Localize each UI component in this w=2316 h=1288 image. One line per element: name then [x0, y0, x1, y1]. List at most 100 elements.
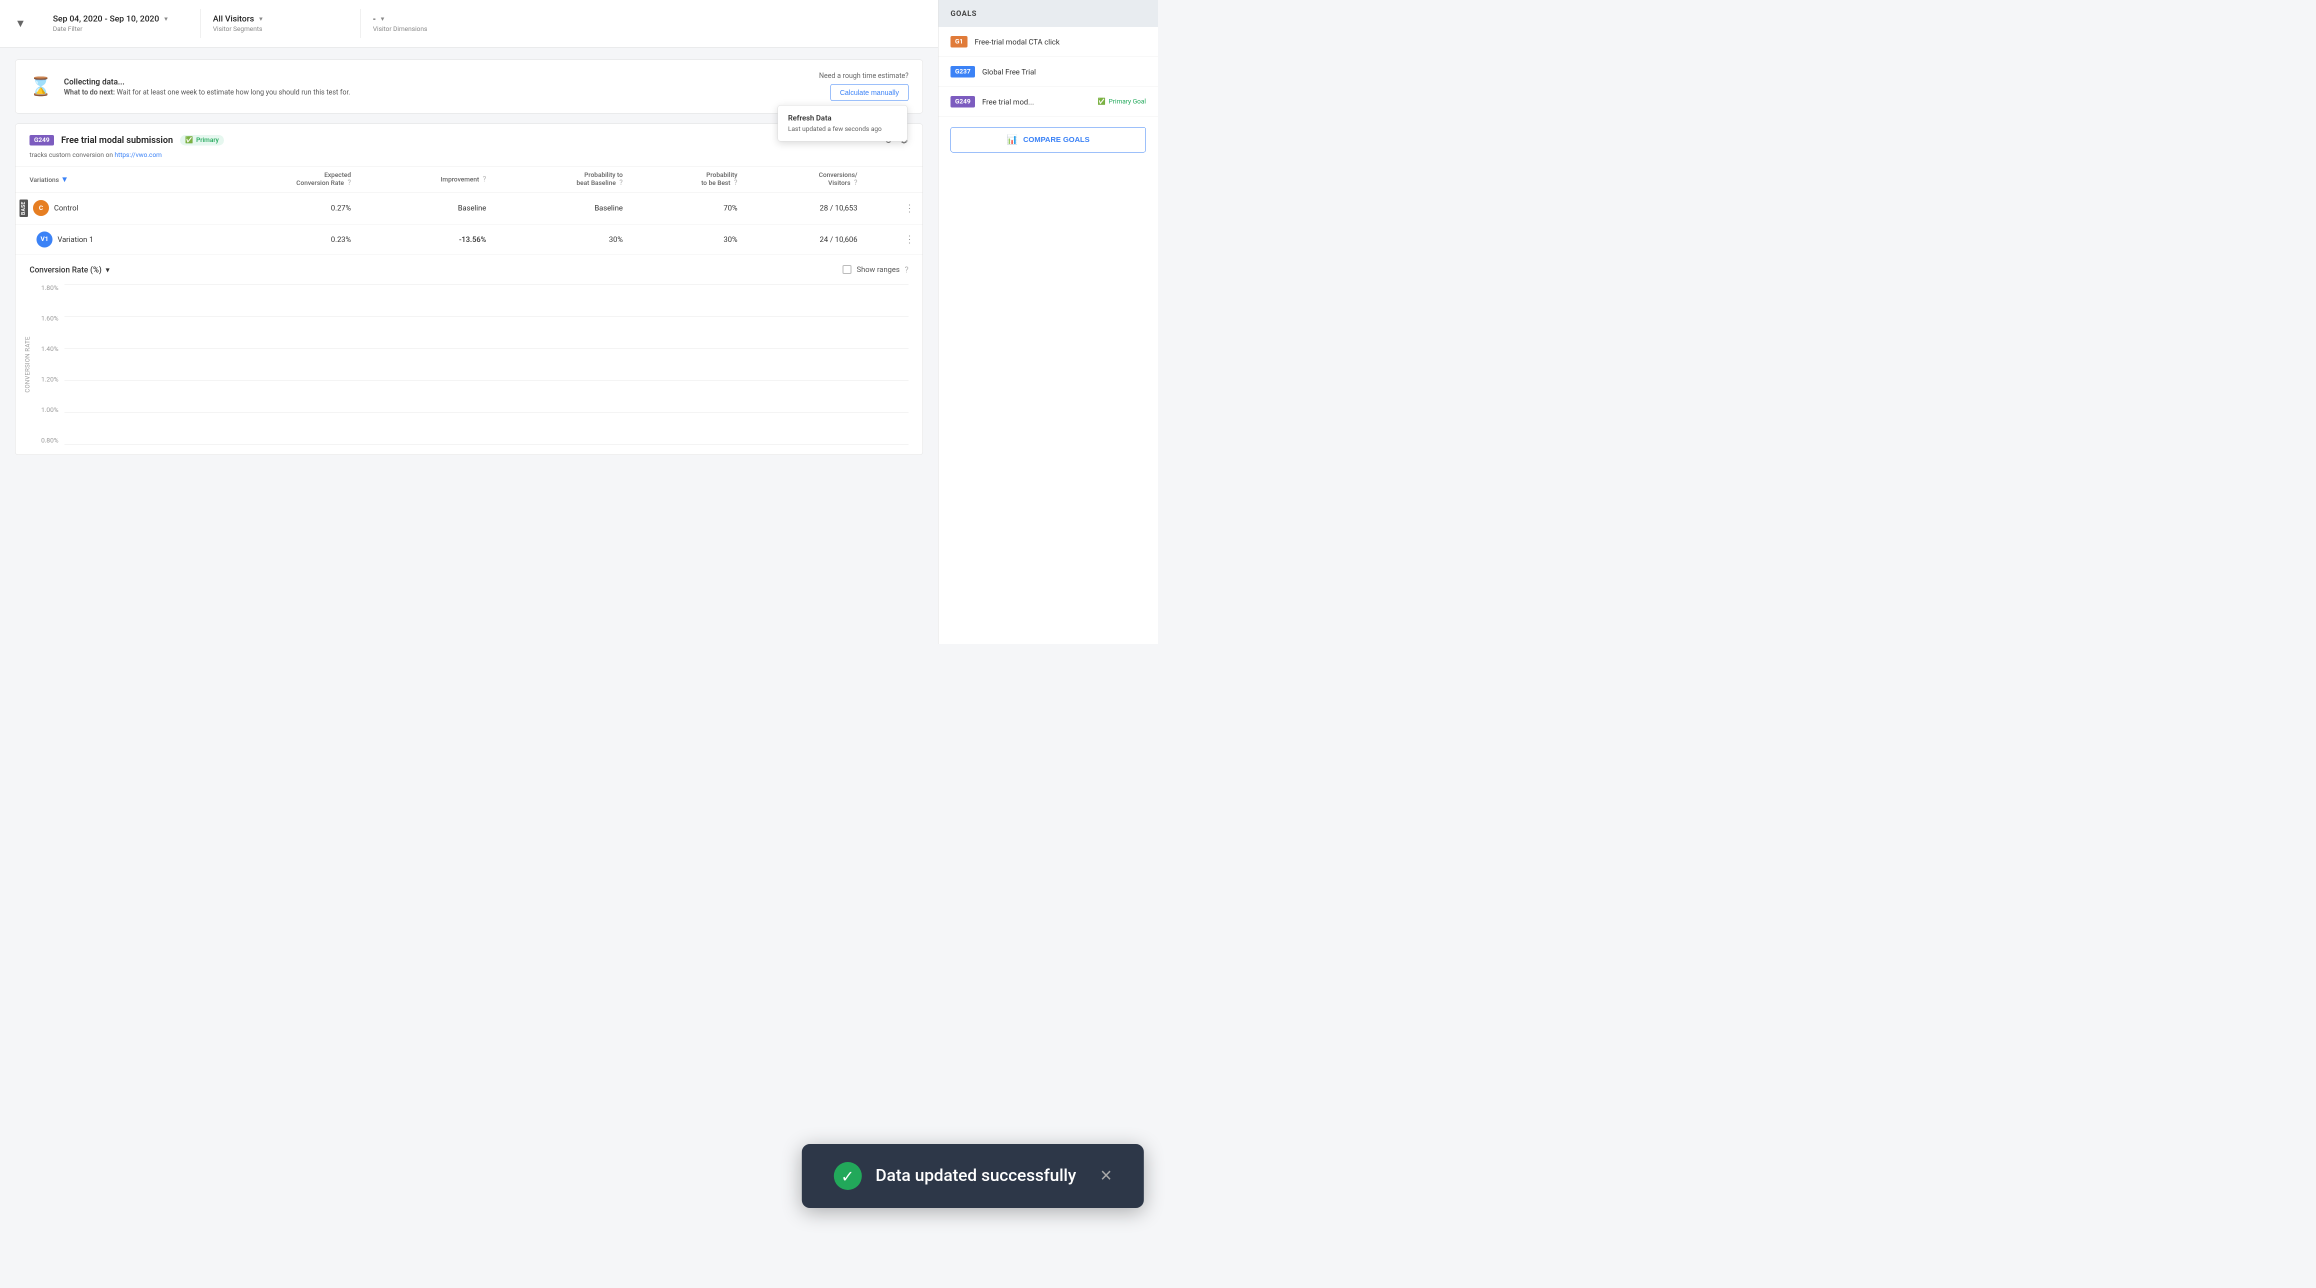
th-expected-cr: ExpectedConversion Rate ?: [204, 166, 359, 192]
chart-grid: [65, 284, 909, 444]
th-improvement: Improvement ?: [359, 166, 494, 192]
primary-label: Primary: [196, 137, 219, 145]
prob-best-cell: 30%: [631, 224, 746, 255]
dropdown-chevron-icon: ▾: [106, 265, 110, 275]
show-ranges-control: Show ranges ?: [843, 265, 909, 275]
conversion-rate-label: Conversion Rate (%): [30, 265, 102, 275]
toast-close-button[interactable]: ×: [1100, 1165, 1112, 1188]
check-icon: ✅: [1098, 98, 1106, 106]
collecting-body-text: Wait for at least one week to estimate h…: [117, 88, 351, 96]
date-chevron-icon: ▾: [164, 15, 168, 23]
toast-notification: ✓ Data updated successfully ×: [802, 1144, 1144, 1208]
filter-icon: ▼: [15, 17, 26, 30]
compare-goals-button[interactable]: 📊 COMPARE GOALS: [951, 127, 1147, 153]
primary-badge: ✅ Primary: [180, 135, 224, 146]
variation-circle: V1: [37, 231, 53, 247]
prob-beat-cell: 30%: [494, 224, 631, 255]
chart-section: Conversion Rate (%) ▾ Show ranges ? CONV…: [16, 255, 923, 445]
sidebar: GOALS G1 Free-trial modal CTA click G237…: [938, 0, 1158, 644]
segment-filter-label: Visitor Segments: [213, 26, 349, 34]
dimension-value: -: [373, 14, 376, 24]
goal-title: Free trial modal submission: [61, 135, 173, 146]
y-axis-label: 1.20%: [41, 376, 58, 384]
variation-circle: C: [33, 200, 49, 216]
dimension-chevron-icon: ▾: [381, 15, 385, 23]
date-filter-label: Date Filter: [53, 26, 189, 34]
goal-tracks: tracks custom conversion on https://vwo.…: [16, 152, 923, 167]
goal-tracks-link[interactable]: https://vwo.com: [115, 152, 162, 160]
chart-area: CONVERSION RATE 1.80%1.60%1.40%1.20%1.00…: [30, 284, 909, 444]
sidebar-goal-item[interactable]: G1 Free-trial modal CTA click: [939, 27, 1159, 57]
variation-name: Control: [54, 204, 78, 213]
sidebar-goals-list: G1 Free-trial modal CTA click G237 Globa…: [939, 27, 1159, 117]
goal-item-name: Free trial mod...: [982, 97, 1090, 106]
table-row: BASE C Control 0.27% Baseline Baseline 7…: [16, 192, 923, 224]
grid-line: [65, 348, 909, 349]
collecting-banner: ⌛ Collecting data... What to do next: Wa…: [15, 60, 923, 114]
collecting-body: What to do next: Wait for at least one w…: [64, 88, 350, 96]
segment-chevron-icon: ▾: [259, 15, 263, 23]
y-axis-label: 1.60%: [41, 315, 58, 323]
grid-line: [65, 316, 909, 317]
table-row: V1 Variation 1 0.23% -13.56% 30% 30% 24 …: [16, 224, 923, 255]
calculate-manually-button[interactable]: Calculate manually: [830, 84, 908, 101]
goal-section: G249 Free trial modal submission ✅ Prima…: [15, 124, 923, 455]
expected-cr-cell: 0.23%: [204, 224, 359, 255]
rough-estimate-text: Need a rough time estimate?: [819, 72, 908, 80]
show-ranges-help-icon[interactable]: ?: [905, 265, 909, 275]
compare-goals-label: COMPARE GOALS: [1023, 136, 1090, 145]
goal-item-name: Free-trial modal CTA click: [975, 37, 1146, 46]
toast-message: Data updated successfully: [876, 1166, 1077, 1186]
refresh-title: Refresh Data: [788, 114, 897, 123]
improvement-cell: Baseline: [359, 192, 494, 224]
th-conversions: Conversions/Visitors ?: [745, 166, 865, 192]
checkmark-icon: ✅: [185, 137, 193, 145]
row-menu-button[interactable]: ⋮: [905, 233, 915, 246]
segment-value: All Visitors: [213, 14, 254, 24]
th-prob-best: Probabilityto be Best ?: [631, 166, 746, 192]
goal-primary-badge: ✅ Primary Goal: [1098, 98, 1146, 106]
improvement-cell: -13.56%: [359, 224, 494, 255]
row-menu-button[interactable]: ⋮: [905, 202, 915, 215]
expected-cr-cell: 0.27%: [204, 192, 359, 224]
hourglass-icon: ⌛: [30, 76, 52, 97]
conversion-rate-dropdown[interactable]: Conversion Rate (%) ▾: [30, 265, 110, 275]
base-label: BASE: [20, 200, 29, 217]
grid-line: [65, 284, 909, 285]
grid-line: [65, 380, 909, 381]
show-ranges-label: Show ranges: [857, 265, 900, 274]
prob-beat-cell: Baseline: [494, 192, 631, 224]
y-axis-label: 1.00%: [41, 406, 58, 414]
y-axis-label: 0.80%: [41, 437, 58, 445]
grid-line: [65, 412, 909, 413]
filter-bar: ▼ Sep 04, 2020 - Sep 10, 2020 ▾ Date Fil…: [0, 0, 938, 48]
show-ranges-checkbox[interactable]: [843, 265, 852, 274]
toast-success-icon: ✓: [834, 1162, 862, 1190]
goal-badge: G249: [30, 135, 55, 146]
date-range-value: Sep 04, 2020 - Sep 10, 2020: [53, 14, 159, 24]
date-filter[interactable]: Sep 04, 2020 - Sep 10, 2020 ▾ Date Filte…: [41, 9, 201, 38]
chart-y-axis: 1.80% 1.60% 1.40% 1.20% 1.00% 0.80%: [30, 284, 65, 444]
segment-filter[interactable]: All Visitors ▾ Visitor Segments: [201, 9, 361, 38]
th-variations: Variations ▼: [16, 166, 204, 192]
goal-item-badge: G249: [951, 96, 976, 108]
dimension-filter[interactable]: - ▾ Visitor Dimensions: [361, 9, 521, 38]
y-axis-label: 1.80%: [41, 284, 58, 292]
sidebar-goal-item[interactable]: G249 Free trial mod... ✅ Primary Goal: [939, 87, 1159, 117]
goal-item-badge: G1: [951, 36, 968, 48]
refresh-subtitle: Last updated a few seconds ago: [788, 126, 897, 134]
prob-best-cell: 70%: [631, 192, 746, 224]
th-prob-beat: Probability tobeat Baseline ?: [494, 166, 631, 192]
conversions-cell: 24 / 10,606: [745, 224, 865, 255]
sidebar-goal-item[interactable]: G237 Global Free Trial: [939, 57, 1159, 87]
variations-table: Variations ▼ ExpectedConversion Rate ? I…: [16, 166, 923, 255]
y-axis-label: 1.40%: [41, 345, 58, 353]
grid-line: [65, 444, 909, 445]
dimension-filter-label: Visitor Dimensions: [373, 26, 509, 34]
goal-item-name: Global Free Trial: [982, 67, 1146, 76]
variation-name: Variation 1: [58, 235, 94, 244]
sidebar-header: GOALS: [939, 0, 1159, 27]
collecting-body-bold: What to do next:: [64, 88, 115, 96]
conversions-cell: 28 / 10,653: [745, 192, 865, 224]
collecting-title: Collecting data...: [64, 77, 350, 87]
